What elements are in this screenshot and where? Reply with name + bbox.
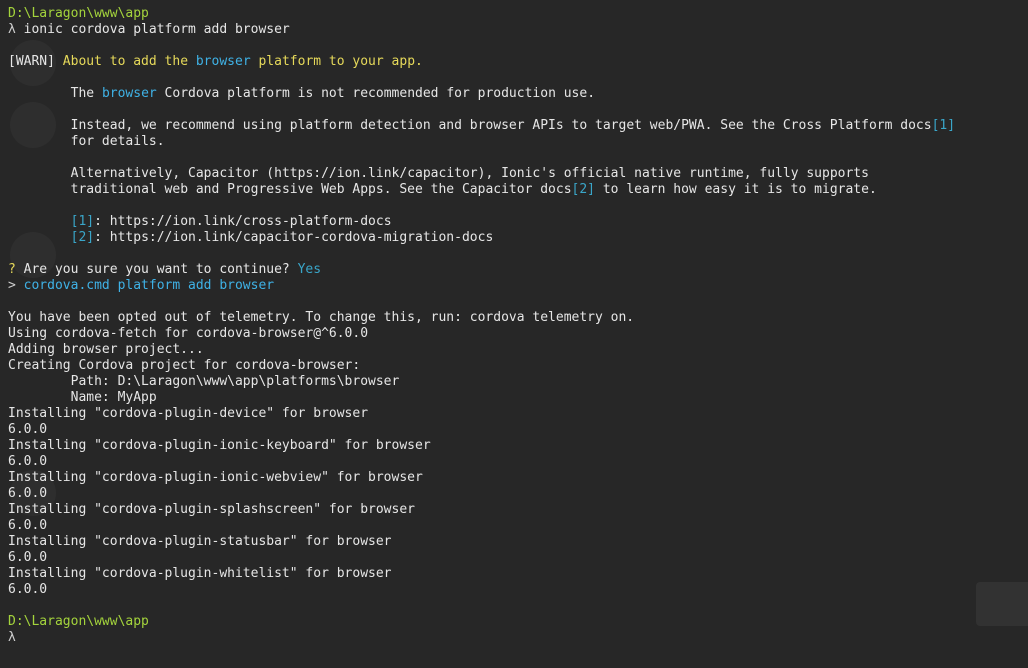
prompt-line: D:\Laragon\www\app (8, 6, 1020, 22)
output-line: Adding browser project... (8, 342, 204, 357)
link-url[interactable]: : https://ion.link/capacitor-cordova-mig… (94, 230, 493, 245)
output-line: Installing "cordova-plugin-device" for b… (8, 406, 369, 421)
info-line: for details. (70, 134, 165, 149)
output-line: 6.0.0 (8, 582, 48, 597)
prompt-path: D:\Laragon\www\app (8, 6, 149, 21)
output-line: You have been opted out of telemetry. To… (8, 310, 635, 325)
lambda-prompt: λ (8, 630, 16, 645)
output-line: Installing "cordova-plugin-statusbar" fo… (8, 534, 392, 549)
warn-line: [WARN] About to add the browser platform… (8, 54, 423, 69)
output-line: Installing "cordova-plugin-splashscreen"… (8, 502, 415, 517)
question-mark: ? (8, 262, 16, 277)
info-line: Instead, we recommend using platform det… (70, 118, 956, 133)
arrow-icon: > (8, 278, 16, 293)
link-url[interactable]: : https://ion.link/cross-platform-docs (94, 214, 391, 229)
output-line: Using cordova-fetch for cordova-browser@… (8, 326, 369, 341)
output-line: 6.0.0 (8, 486, 48, 501)
output-line: Installing "cordova-plugin-ionic-keyboar… (8, 438, 431, 453)
question-answer: Yes (297, 262, 322, 277)
prompt-line: D:\Laragon\www\app (8, 614, 1020, 630)
prompt-path: D:\Laragon\www\app (8, 614, 149, 629)
command-text: ionic cordova platform add browser (15, 22, 290, 37)
link-line: [1]: https://ion.link/cross-platform-doc… (70, 214, 392, 229)
info-line: traditional web and Progressive Web Apps… (70, 182, 877, 197)
question-line: ? Are you sure you want to continue? Yes (8, 262, 322, 277)
run-line: > cordova.cmd platform add browser (8, 278, 275, 293)
terminal-window[interactable]: D:\Laragon\www\app λ ionic cordova platf… (0, 0, 1028, 668)
output-line: Creating Cordova project for cordova-bro… (8, 358, 361, 373)
input-line[interactable]: λ (8, 630, 1020, 646)
output-line: Installing "cordova-plugin-whitelist" fo… (8, 566, 392, 581)
terminal-output[interactable]: D:\Laragon\www\app λ ionic cordova platf… (8, 6, 1020, 646)
output-line: Path: D:\Laragon\www\app\platforms\brows… (8, 374, 400, 389)
info-line: Alternatively, Capacitor (https://ion.li… (70, 166, 869, 181)
warn-tag: [WARN] (8, 54, 55, 69)
output-line: Name: MyApp (8, 390, 157, 405)
command-line: λ ionic cordova platform add browser (8, 22, 1020, 38)
output-line: Installing "cordova-plugin-ionic-webview… (8, 470, 423, 485)
output-line: 6.0.0 (8, 454, 48, 469)
lambda-prompt: λ (8, 22, 16, 37)
output-line: 6.0.0 (8, 550, 48, 565)
info-line: The browser Cordova platform is not reco… (70, 86, 596, 101)
output-line: 6.0.0 (8, 518, 48, 533)
output-line: 6.0.0 (8, 422, 48, 437)
link-line: [2]: https://ion.link/capacitor-cordova-… (70, 230, 494, 245)
